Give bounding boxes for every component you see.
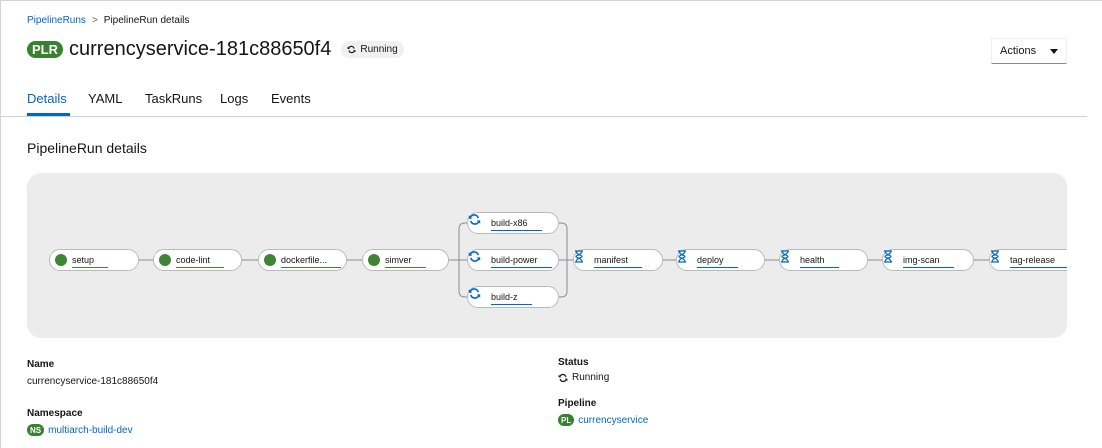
task-node-deploy[interactable]: deploy: [676, 249, 765, 271]
sync-icon: [468, 251, 486, 267]
check-circle-icon: [50, 251, 67, 266]
status-text: Running: [572, 372, 610, 383]
pipelinerun-details-page: PipelineRuns > PipelineRun details PLR c…: [0, 0, 1102, 448]
task-label: tag-release: [1010, 255, 1067, 268]
sync-icon: [347, 45, 356, 54]
tab-bar: Details YAML TaskRuns Logs Events: [1, 87, 1087, 117]
task-node-img-scan[interactable]: img-scan: [882, 249, 974, 271]
page-header: PLR currencyservice-181c88650f4 Running: [27, 38, 404, 61]
namespace-badge: NS: [27, 424, 45, 436]
tab-yaml[interactable]: YAML: [88, 91, 122, 106]
task-label: dockerfile...: [281, 255, 342, 268]
hourglass-icon: [678, 250, 692, 267]
pipeline-badge: PL: [558, 414, 575, 426]
task-label: health: [800, 255, 838, 268]
pipeline-link[interactable]: currencyservice: [578, 415, 648, 426]
resource-type-badge: PLR: [27, 41, 63, 58]
hourglass-icon: [991, 250, 1005, 267]
task-label: manifest: [594, 255, 643, 268]
actions-label: Actions: [1000, 45, 1037, 57]
task-label: img-scan: [903, 255, 953, 268]
task-label: build-x86: [491, 218, 541, 231]
task-label: build-z: [491, 292, 531, 305]
task-label: deploy: [697, 255, 737, 268]
namespace-label: Namespace: [27, 408, 83, 419]
name-value: currencyservice-181c88650f4: [27, 376, 159, 387]
tab-logs[interactable]: Logs: [220, 91, 248, 106]
task-node-tag-release[interactable]: tag-release: [989, 249, 1067, 271]
section-title: PipelineRun details: [27, 140, 147, 156]
task-node-manifest[interactable]: manifest: [573, 249, 663, 271]
tab-events[interactable]: Events: [271, 91, 311, 106]
tab-taskruns[interactable]: TaskRuns: [145, 91, 202, 106]
check-circle-icon: [259, 251, 276, 266]
check-circle-icon: [363, 251, 380, 266]
pipeline-value: PL currencyservice: [558, 414, 648, 426]
status-label: Status: [558, 357, 589, 368]
pipeline-graph: setup code-lint dockerfile... simver bui…: [27, 173, 1067, 338]
task-node-code-lint[interactable]: code-lint: [153, 249, 242, 271]
sync-icon: [468, 214, 486, 230]
caret-down-icon: [1050, 48, 1058, 54]
namespace-value: NS multiarch-build-dev: [27, 424, 133, 436]
task-node-build-power[interactable]: build-power: [467, 249, 559, 271]
task-label: build-power: [491, 255, 551, 268]
actions-dropdown[interactable]: Actions: [991, 38, 1067, 64]
pipeline-label: Pipeline: [558, 398, 597, 409]
breadcrumb-pipelineruns-link[interactable]: PipelineRuns: [27, 15, 86, 26]
status-badge: Running: [341, 41, 404, 58]
breadcrumb-separator: >: [91, 15, 98, 26]
namespace-link[interactable]: multiarch-build-dev: [48, 425, 132, 436]
page-title: currencyservice-181c88650f4: [69, 38, 332, 60]
status-text: Running: [360, 44, 398, 55]
task-label: simver: [385, 255, 425, 268]
task-label: setup: [72, 255, 109, 268]
hourglass-icon: [575, 250, 589, 267]
task-node-setup[interactable]: setup: [49, 249, 139, 271]
task-node-build-z[interactable]: build-z: [467, 286, 559, 308]
sync-icon: [468, 288, 486, 304]
name-label: Name: [27, 359, 55, 370]
task-node-health[interactable]: health: [779, 249, 868, 271]
active-tab-indicator: [27, 113, 70, 116]
task-node-dockerfile[interactable]: dockerfile...: [258, 249, 347, 271]
breadcrumb-current: PipelineRun details: [103, 15, 190, 26]
status-value: Running: [558, 372, 609, 383]
check-circle-icon: [154, 251, 171, 266]
task-label: code-lint: [176, 255, 225, 268]
sync-icon: [558, 373, 568, 382]
hourglass-icon: [884, 250, 898, 267]
task-node-simver[interactable]: simver: [362, 249, 449, 271]
task-node-build-x86[interactable]: build-x86: [467, 212, 559, 234]
breadcrumb: PipelineRuns > PipelineRun details: [27, 15, 189, 26]
hourglass-icon: [781, 250, 795, 267]
tab-details[interactable]: Details: [27, 91, 67, 106]
